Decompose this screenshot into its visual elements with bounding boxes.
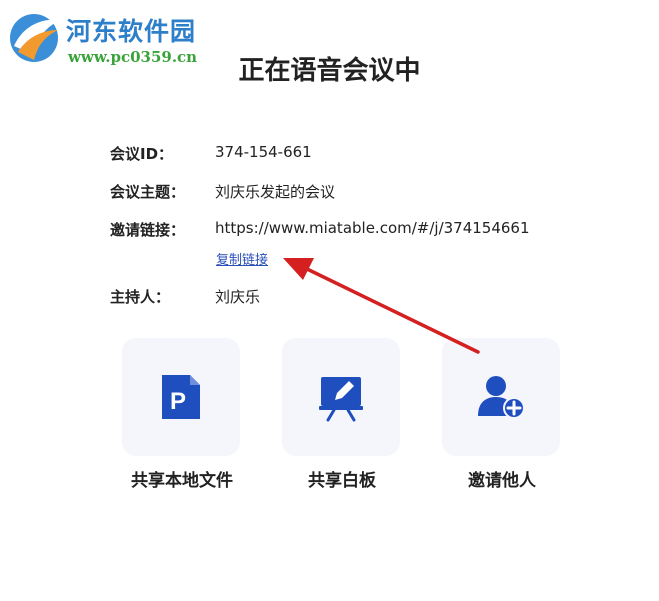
share-whiteboard-button[interactable] [282, 338, 400, 456]
whiteboard-icon [319, 377, 363, 422]
page-title: 正在语音会议中 [238, 56, 421, 86]
share-local-file-label: 共享本地文件 [131, 471, 233, 491]
meeting-topic-label: 会议主题： [110, 183, 186, 201]
share-whiteboard-label: 共享白板 [308, 471, 376, 491]
meeting-topic-value: 刘庆乐发起的会议 [215, 183, 336, 201]
watermark-title: 河东软件园 [66, 17, 197, 46]
invite-others-label: 邀请他人 [468, 471, 536, 491]
svg-text:P: P [170, 388, 186, 415]
ppt-file-icon: P [162, 375, 200, 419]
add-user-icon [478, 376, 525, 419]
host-label: 主持人： [110, 288, 171, 306]
invite-others-action: 邀请他人 [422, 338, 582, 498]
share-local-file-action: P 共享本地文件 [102, 338, 262, 498]
share-local-file-button[interactable]: P [122, 338, 240, 456]
meeting-id-label: 会议ID： [110, 145, 174, 163]
meeting-id-value: 374-154-661 [215, 143, 312, 161]
copy-link-button[interactable]: 复制链接 [216, 249, 268, 268]
invite-others-button[interactable] [442, 338, 560, 456]
host-value: 刘庆乐 [215, 288, 261, 306]
share-whiteboard-action: 共享白板 [262, 338, 422, 498]
annotation-arrow-icon [283, 258, 480, 354]
invite-link-label: 邀请链接： [110, 221, 186, 239]
invite-link-value: https://www.miatable.com/#/j/374154661 [215, 219, 530, 237]
